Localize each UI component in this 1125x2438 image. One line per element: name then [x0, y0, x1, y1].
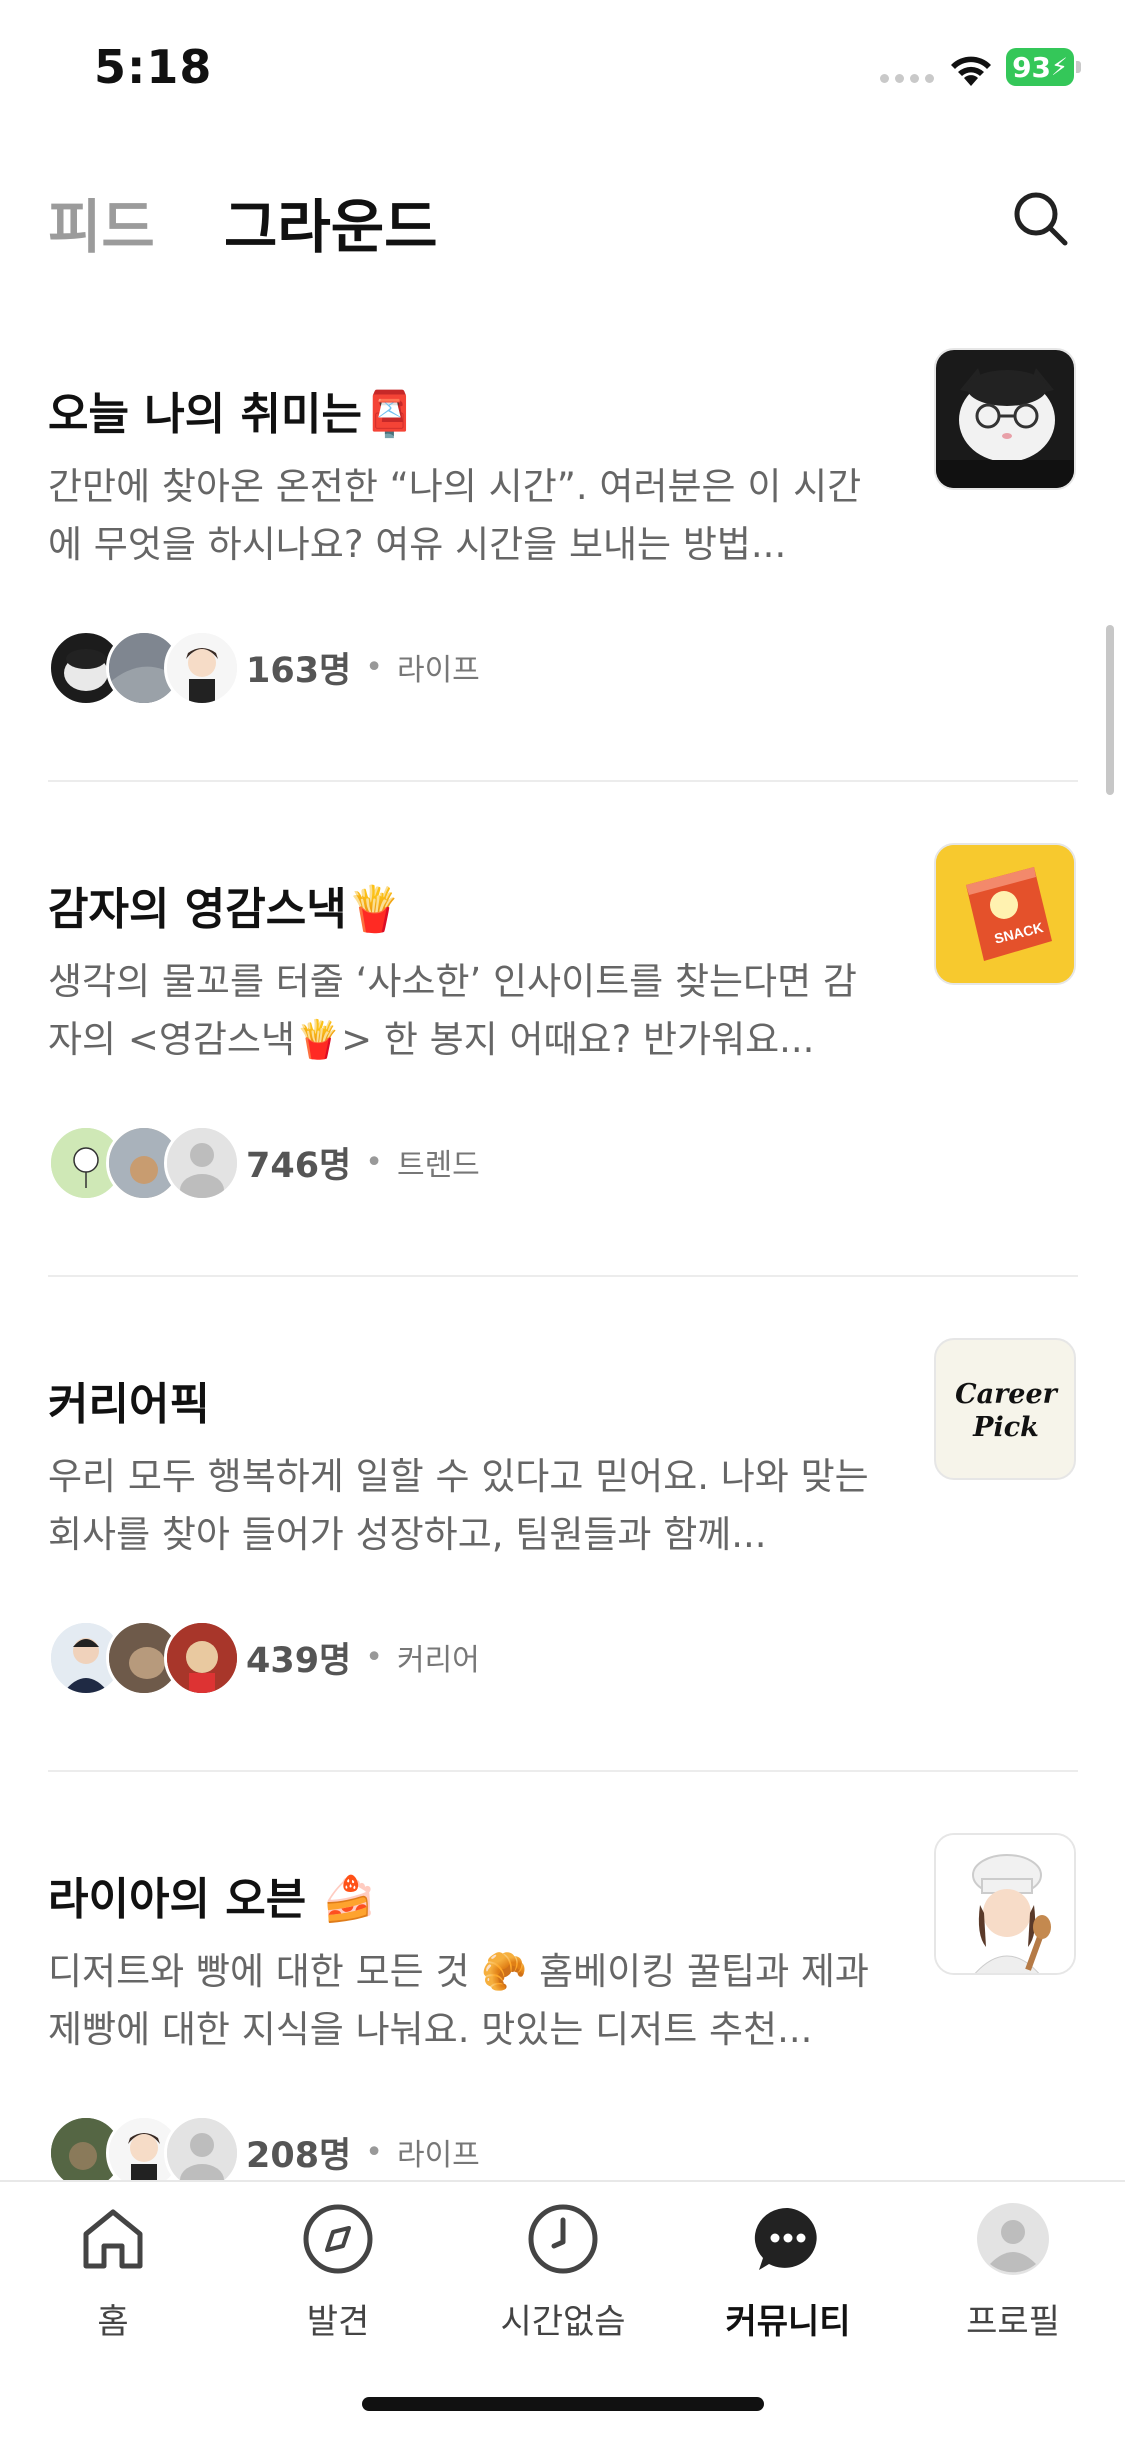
separator-dot: •: [365, 649, 383, 685]
community-card[interactable]: 오늘 나의 취미는📮 간만에 찾아온 온전한 “나의 시간”. 여러분은 이 시…: [48, 348, 1078, 843]
nav-label: 프로필: [966, 2302, 1060, 2342]
member-count: 439명: [246, 1640, 352, 1681]
search-icon[interactable]: [1010, 188, 1070, 248]
clock-icon: [528, 2204, 598, 2274]
nav-item-profile[interactable]: 프로필: [923, 2202, 1103, 2343]
compass-icon: [303, 2204, 373, 2274]
chat-bubble-icon: [754, 2207, 817, 2270]
card-meta: 439명 • 커리어: [48, 1620, 480, 1696]
status-time: 5:18: [94, 40, 213, 94]
card-thumbnail-chef: [934, 1833, 1076, 1975]
card-title: 라이아의 오븐 🍰: [48, 1874, 377, 1925]
member-count: 746명: [246, 1145, 352, 1186]
tab-feed[interactable]: 피드: [48, 180, 155, 264]
home-indicator: [362, 2397, 764, 2411]
home-icon: [83, 2209, 143, 2269]
nav-item-discover[interactable]: 발견: [248, 2202, 428, 2343]
divider: [48, 780, 1078, 782]
member-avatars: [48, 2115, 240, 2191]
divider: [48, 1275, 1078, 1277]
cellular-signal-icon: [880, 74, 934, 83]
nav-item-home[interactable]: 홈: [23, 2202, 203, 2343]
card-description: 우리 모두 행복하게 일할 수 있다고 믿어요. 나와 맞는 회사를 찾아 들어…: [48, 1455, 869, 1556]
tab-ground[interactable]: 그라운드: [224, 180, 437, 264]
card-thumbnail-snack: SNACK: [934, 843, 1076, 985]
nav-label: 커뮤니티: [725, 2302, 851, 2342]
category-label: 커리어: [396, 1643, 480, 1678]
separator-dot: •: [365, 2134, 383, 2170]
battery-indicator: 93 ⚡: [1006, 48, 1081, 86]
scroll-indicator[interactable]: [1106, 625, 1114, 795]
avatar: [164, 1620, 240, 1696]
card-thumbnail-cat: [934, 348, 1076, 490]
category-label: 라이프: [396, 2138, 480, 2173]
category-label: 라이프: [396, 653, 480, 688]
card-meta: 163명 • 라이프: [48, 630, 480, 706]
member-count: 208명: [246, 2135, 352, 2176]
card-thumbnail-career-pick: Career Pick: [934, 1338, 1076, 1480]
community-card[interactable]: 커리어픽 우리 모두 행복하게 일할 수 있다고 믿어요. 나와 맞는 회사를 …: [48, 1338, 1078, 1833]
charging-bolt-icon: ⚡: [1051, 53, 1068, 81]
battery-level: 93: [1012, 50, 1052, 84]
card-description: 디저트와 빵에 대한 모든 것 🥐 홈베이킹 꿀팁과 제과제빵에 대한 지식을 …: [48, 1950, 869, 2051]
category-label: 트렌드: [396, 1148, 480, 1183]
nav-item-community[interactable]: 커뮤니티: [698, 2202, 878, 2343]
profile-icon: [977, 2203, 1049, 2275]
separator-dot: •: [365, 1144, 383, 1180]
nav-label: 시간없슴: [500, 2302, 626, 2342]
member-avatars: [48, 630, 240, 706]
divider: [48, 1770, 1078, 1772]
card-title: 커리어픽: [48, 1379, 210, 1430]
nav-label: 홈: [97, 2302, 129, 2342]
member-avatars: [48, 1125, 240, 1201]
avatar: [164, 630, 240, 706]
nav-item-no-time[interactable]: 시간없슴: [473, 2202, 653, 2343]
career-thumb-text: Career: [955, 1379, 1057, 1410]
member-count: 163명: [246, 650, 352, 691]
community-card[interactable]: 감자의 영감스낵🍟 생각의 물꼬를 터줄 ‘사소한’ 인사이트를 찾는다면 감자…: [48, 843, 1078, 1338]
card-title: 오늘 나의 취미는📮: [48, 389, 417, 440]
card-meta: 208명 • 라이프: [48, 2115, 480, 2191]
card-title: 감자의 영감스낵🍟: [48, 884, 402, 935]
card-description: 생각의 물꼬를 터줄 ‘사소한’ 인사이트를 찾는다면 감자의 <영감스낵🍟> …: [48, 960, 857, 1061]
card-description: 간만에 찾아온 온전한 “나의 시간”. 여러분은 이 시간에 무엇을 하시나요…: [48, 465, 862, 566]
nav-label: 발견: [306, 2302, 370, 2342]
avatar: [164, 1125, 240, 1201]
card-meta: 746명 • 트렌드: [48, 1125, 480, 1201]
wifi-icon: [951, 56, 991, 86]
member-avatars: [48, 1620, 240, 1696]
pick-thumb-text: Pick: [973, 1412, 1039, 1443]
top-header: 피드 그라운드: [0, 170, 1125, 270]
separator-dot: •: [365, 1639, 383, 1675]
status-bar: 5:18 93 ⚡: [0, 0, 1125, 140]
